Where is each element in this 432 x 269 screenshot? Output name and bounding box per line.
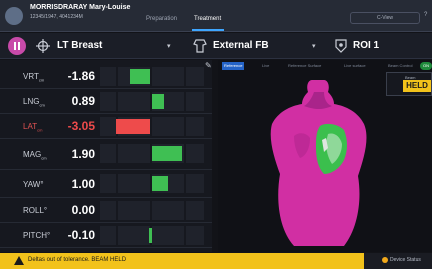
- offset-row-mag: MAGcm 1.90: [0, 139, 212, 170]
- chevron-down-icon[interactable]: ▾: [312, 42, 316, 50]
- offset-row-roll: ROLL° 0.00: [0, 198, 212, 223]
- crosshair-icon: [36, 39, 50, 53]
- offset-value: 0.89: [71, 94, 95, 108]
- offset-value: 0.00: [71, 203, 95, 217]
- offset-scale: [100, 117, 204, 136]
- offset-axis-label: PITCH°: [23, 231, 51, 240]
- selection-bar: LT Breast ▾ External FB ▾ ROI 1: [0, 33, 432, 59]
- offset-row-yaw: YAW° 1.00: [0, 170, 212, 198]
- view-tab-live[interactable]: Live: [262, 62, 269, 70]
- view-tab-reference[interactable]: Reference: [222, 62, 245, 70]
- offset-row-vrt: VRTcm -1.86: [0, 64, 212, 89]
- offsets-panel: VRTcm -1.86 LNGcm 0.89 LATcm -3.05 MAGcm…: [0, 60, 212, 252]
- offset-axis-label: LNGcm: [23, 97, 45, 108]
- warning-icon: [14, 256, 24, 265]
- offset-row-lng: LNGcm 0.89: [0, 89, 212, 114]
- roi-icon: [335, 39, 347, 53]
- surface-view[interactable]: Reference Live Reference Surface Live su…: [218, 60, 432, 252]
- offset-value: -0.10: [67, 228, 95, 242]
- top-bar: MORRISDRARAY Mary-Louise 12345/1947, 404…: [0, 0, 432, 32]
- beam-control-toggle[interactable]: ON: [420, 62, 432, 70]
- offset-scale: [100, 226, 204, 245]
- patient-id: 12345/1947, 4041234M: [30, 14, 83, 20]
- offset-row-lat: LATcm -3.05: [0, 114, 212, 139]
- offset-bar: [116, 119, 150, 134]
- offset-bar: [152, 176, 168, 191]
- pause-icon: [14, 42, 16, 50]
- view-tab-reference-surface[interactable]: Reference Surface: [288, 62, 321, 70]
- edit-icon[interactable]: ✎: [205, 61, 212, 70]
- app-logo-icon: [5, 7, 23, 25]
- pause-button[interactable]: [8, 37, 26, 55]
- patient-surface-model: [270, 80, 367, 246]
- tab-preparation[interactable]: Preparation: [146, 16, 177, 22]
- chevron-down-icon[interactable]: ▾: [167, 42, 171, 50]
- alert-message: Deltas out of tolerance. BEAM HELD: [28, 257, 127, 263]
- offset-axis-label: YAW°: [23, 180, 44, 189]
- offset-axis-label: ROLL°: [23, 206, 48, 215]
- beam-status-box: Beam HELD: [386, 72, 432, 96]
- offset-bar: [152, 146, 182, 161]
- offset-axis-label: MAGcm: [23, 150, 47, 161]
- offset-value: 1.90: [71, 147, 95, 161]
- treatment-site-label[interactable]: LT Breast: [57, 40, 102, 51]
- beam-held-badge: HELD: [403, 80, 431, 92]
- patient-name: MORRISDRARAY Mary-Louise: [30, 4, 131, 11]
- offset-axis-label: VRTcm: [23, 72, 45, 83]
- plan-label[interactable]: External FB: [213, 40, 269, 51]
- help-button[interactable]: ?: [424, 12, 427, 18]
- alert-banner: Deltas out of tolerance. BEAM HELD: [0, 253, 364, 269]
- offset-scale: [100, 67, 204, 86]
- view-selector[interactable]: C-View: [350, 12, 420, 24]
- offset-scale: [100, 201, 204, 220]
- offset-bar: [130, 69, 150, 84]
- active-tab-indicator: [192, 29, 224, 31]
- roi-label[interactable]: ROI 1: [353, 40, 379, 51]
- offset-bar: [149, 228, 152, 243]
- torso-icon: [193, 39, 207, 53]
- view-tab-live-surface[interactable]: Live surface: [344, 62, 366, 70]
- offset-bar: [152, 94, 164, 109]
- view-toolbar: Reference Live Reference Surface Live su…: [218, 60, 432, 72]
- offset-scale: [100, 174, 204, 193]
- offset-value: 1.00: [71, 177, 95, 191]
- tab-treatment[interactable]: Treatment: [194, 16, 221, 22]
- offset-scale: [100, 92, 204, 111]
- device-status-icon: [382, 257, 388, 263]
- offset-value: -1.86: [67, 69, 95, 83]
- offset-row-pitch: PITCH° -0.10: [0, 223, 212, 248]
- offset-value: -3.05: [67, 119, 95, 133]
- pause-icon: [18, 42, 20, 50]
- offset-scale: [100, 144, 204, 163]
- offset-axis-label: LATcm: [23, 122, 43, 133]
- beam-control-label: Beam Control: [388, 63, 413, 68]
- device-status-button[interactable]: Device Status: [390, 257, 421, 263]
